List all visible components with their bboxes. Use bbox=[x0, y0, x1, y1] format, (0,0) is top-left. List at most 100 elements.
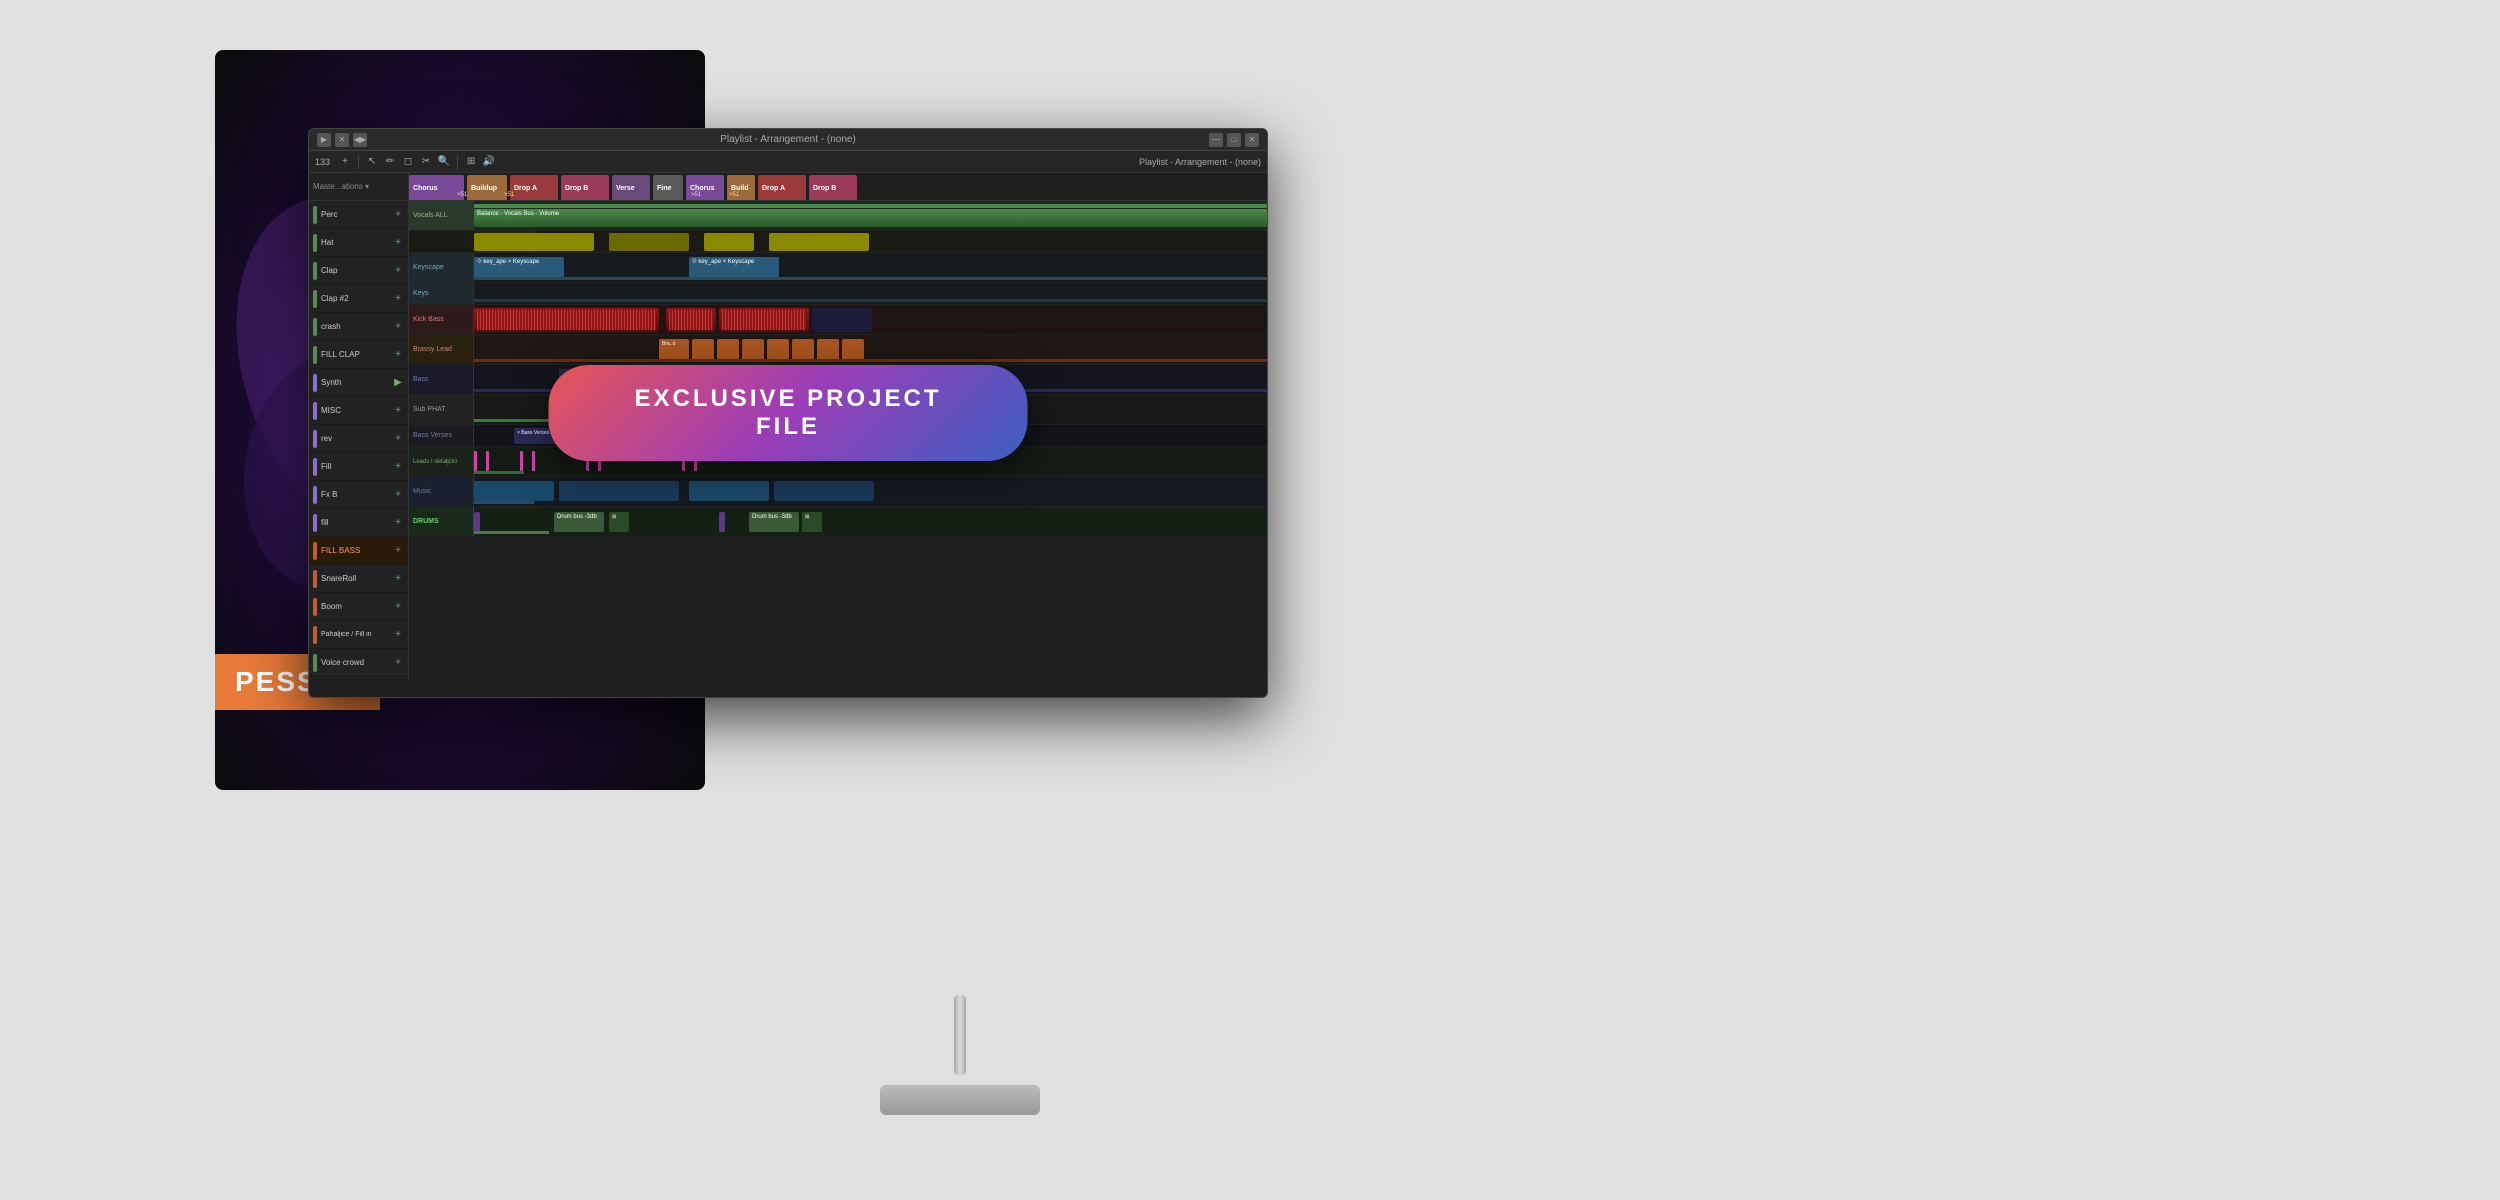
brassy-vol[interactable] bbox=[474, 359, 1267, 362]
track-item-fill[interactable]: Fill + bbox=[309, 453, 408, 481]
track-item-fillbass[interactable]: FILL BASS + bbox=[309, 537, 408, 565]
sub-marker-2: >51 bbox=[504, 192, 514, 198]
keyscape-clip2[interactable]: ⟐ key_ape × Keyscape bbox=[689, 257, 779, 279]
tool-snap[interactable]: ⊞ bbox=[464, 155, 478, 169]
music-label: Music bbox=[409, 477, 474, 506]
drums-clip5[interactable]: Drum bus -3db bbox=[749, 512, 799, 532]
tb-max[interactable]: □ bbox=[1227, 133, 1241, 147]
tool-zoom[interactable]: 🔍 bbox=[437, 155, 451, 169]
track-list-header: Maste...ations ▾ bbox=[309, 173, 408, 201]
vocals-volume-bar[interactable] bbox=[474, 204, 1267, 208]
tool-sep2 bbox=[457, 155, 458, 169]
title-bar-right[interactable]: — □ ✕ bbox=[1209, 133, 1259, 147]
tb-arrows[interactable]: ◀▶ bbox=[353, 133, 367, 147]
brassy-clip4[interactable] bbox=[742, 339, 764, 361]
track-item-hat[interactable]: Hat + bbox=[309, 229, 408, 257]
subphat-vol[interactable] bbox=[474, 419, 554, 422]
tool-add[interactable]: + bbox=[338, 155, 352, 169]
kickbass-clip3[interactable] bbox=[719, 308, 809, 332]
section-dropb2: Drop B bbox=[809, 175, 857, 201]
brassy-clip3[interactable] bbox=[717, 339, 739, 361]
kickbass-clip[interactable] bbox=[474, 308, 659, 332]
kickbass-label: Kick Bass bbox=[409, 305, 474, 334]
tool-vol[interactable]: 🔊 bbox=[482, 155, 496, 169]
tool-cut[interactable]: ✂ bbox=[419, 155, 433, 169]
music-clip4[interactable] bbox=[774, 481, 874, 501]
section-dropa2: Drop A bbox=[758, 175, 806, 201]
brassy-clip1[interactable]: Bra..d bbox=[659, 339, 689, 361]
drums-vol[interactable] bbox=[474, 531, 549, 534]
keys-label: Keys bbox=[409, 283, 474, 304]
tool-erase[interactable]: ◻ bbox=[401, 155, 415, 169]
track-item-clap[interactable]: Clap + bbox=[309, 257, 408, 285]
vocals-clip-main[interactable]: Balance - Vocals Bus - Volume bbox=[474, 209, 1267, 227]
section-33-chorus: Chorus bbox=[409, 175, 464, 201]
yellow-clip2[interactable] bbox=[609, 233, 689, 251]
kickbass-clip2[interactable] bbox=[666, 308, 716, 332]
music-clip1[interactable] bbox=[474, 481, 554, 501]
section-verse: Verse bbox=[612, 175, 650, 201]
vocals-label: Vocals ALL bbox=[413, 212, 448, 219]
drums-clip4[interactable] bbox=[719, 512, 725, 532]
track-item-fillclap[interactable]: FILL CLAP + bbox=[309, 341, 408, 369]
tool-ptr[interactable]: ↖ bbox=[365, 155, 379, 169]
kickbass-clip4[interactable] bbox=[812, 308, 872, 332]
lane-keyscape: Keyscape ⟐ key_ape × Keyscape ⟐ key_ape … bbox=[409, 253, 1267, 283]
music-clip2[interactable] bbox=[559, 481, 679, 501]
subphat-label: Sub PHAT bbox=[409, 395, 474, 424]
drums-clip3[interactable]: ⊞ bbox=[609, 512, 629, 532]
tb-min[interactable]: — bbox=[1209, 133, 1223, 147]
bass-label: Bass bbox=[409, 365, 474, 394]
track-item-boom[interactable]: Boom + bbox=[309, 593, 408, 621]
section-dropb1: Drop B bbox=[561, 175, 609, 201]
brassy-clip5[interactable] bbox=[767, 339, 789, 361]
brassy-clip8[interactable] bbox=[842, 339, 864, 361]
track-item-misc[interactable]: MISC + bbox=[309, 397, 408, 425]
playlist-label: Playlist - Arrangement - (none) bbox=[1139, 157, 1261, 167]
lane-kickbass: Kick Bass bbox=[409, 305, 1267, 335]
keyscape-vol[interactable] bbox=[474, 277, 1267, 280]
tb-x[interactable]: ✕ bbox=[1245, 133, 1259, 147]
daw-window[interactable]: ▶ ✕ ◀▶ Playlist - Arrangement - (none) —… bbox=[308, 128, 1268, 698]
brassy-clip6[interactable] bbox=[792, 339, 814, 361]
timeline-ruler[interactable]: Chorus Buildup Drop A Drop B Verse Fine bbox=[409, 173, 1267, 201]
brassy-label: Brassy Lead bbox=[409, 335, 474, 364]
section-fine: Fine bbox=[653, 175, 683, 201]
track-item-crash[interactable]: crash + bbox=[309, 313, 408, 341]
track-item-voice[interactable]: Voice crowd + bbox=[309, 649, 408, 677]
track-item-rev[interactable]: rev + bbox=[309, 425, 408, 453]
lane-keys: Keys bbox=[409, 283, 1267, 305]
track-item-clap2[interactable]: Clap #2 + bbox=[309, 285, 408, 313]
track-item-fill2[interactable]: fill + bbox=[309, 509, 408, 537]
title-bar-controls[interactable]: ▶ ✕ ◀▶ bbox=[317, 133, 367, 147]
drums-clip1[interactable] bbox=[474, 512, 480, 532]
tb-play[interactable]: ▶ bbox=[317, 133, 331, 147]
lane-music: Music bbox=[409, 477, 1267, 507]
track-list: Maste...ations ▾ Perc + Hat + Clap + Cla… bbox=[309, 173, 409, 679]
keyscape-clip1[interactable]: ⟐ key_ape × Keyscape bbox=[474, 257, 564, 279]
track-item-synth[interactable]: Synth ▶ bbox=[309, 369, 408, 397]
drums-label: DRUMS bbox=[409, 507, 474, 536]
keyscape-label: Keyscape bbox=[409, 253, 474, 282]
track-item-perc[interactable]: Perc + bbox=[309, 201, 408, 229]
drums-clip6[interactable]: ⊞ bbox=[802, 512, 822, 532]
yellow-clip4[interactable] bbox=[769, 233, 869, 251]
tb-close[interactable]: ✕ bbox=[335, 133, 349, 147]
yellow-clip3[interactable] bbox=[704, 233, 754, 251]
keys-vol[interactable] bbox=[474, 299, 1267, 302]
track-item-snareroll[interactable]: SnareRoll + bbox=[309, 565, 408, 593]
sub-marker-1: >51 bbox=[457, 192, 467, 198]
lane-brassy: Brassy Lead Bra..d bbox=[409, 335, 1267, 365]
track-item-fxb[interactable]: Fx B + bbox=[309, 481, 408, 509]
music-clip3[interactable] bbox=[689, 481, 769, 501]
brassy-clip2[interactable] bbox=[692, 339, 714, 361]
yellow-clip1[interactable] bbox=[474, 233, 594, 251]
sub-marker-3: >51 bbox=[691, 192, 701, 198]
leads-vol[interactable] bbox=[474, 471, 524, 474]
brassy-clip7[interactable] bbox=[817, 339, 839, 361]
track-item-pahaljice[interactable]: Pahaljice / Fill in + bbox=[309, 621, 408, 649]
track-item-kick[interactable]: KICK + bbox=[309, 677, 408, 679]
tool-draw[interactable]: ✏ bbox=[383, 155, 397, 169]
drums-clip2[interactable]: Drum bus -3db bbox=[554, 512, 604, 532]
music-vol[interactable] bbox=[474, 501, 534, 504]
